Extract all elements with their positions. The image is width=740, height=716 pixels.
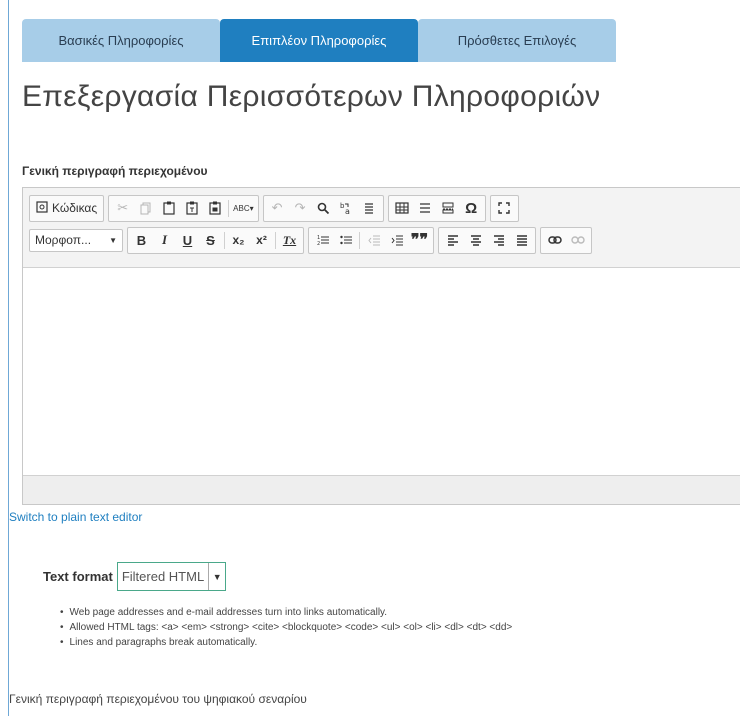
- special-char-icon[interactable]: Ω: [460, 197, 483, 220]
- numbered-list-icon[interactable]: 12: [311, 229, 334, 252]
- paste-text-icon[interactable]: [180, 197, 203, 220]
- content-description-label: Γενική περιγραφή περιεχομένου: [22, 164, 208, 178]
- chevron-down-icon: ▼: [208, 563, 225, 590]
- editor-status-bar: [23, 475, 740, 504]
- toolbar-group-insert: Ω: [387, 194, 486, 222]
- list-item: Allowed HTML tags: <a> <em> <strong> <ci…: [60, 620, 513, 635]
- paste-word-icon[interactable]: [203, 197, 226, 220]
- svg-text:2: 2: [317, 241, 320, 246]
- bold-button[interactable]: B: [130, 229, 153, 252]
- text-format-label: Text format: [43, 569, 113, 584]
- toolbar-group-clipboard: ✂ ABC ▾: [108, 194, 259, 222]
- align-left-icon[interactable]: [441, 229, 464, 252]
- text-format-row: Text format Filtered HTML ▼: [43, 562, 227, 591]
- format-combo-label: Μορφοπ...: [35, 233, 92, 247]
- horizontal-rule-icon[interactable]: [414, 197, 437, 220]
- blockquote-icon[interactable]: ❞❞: [408, 229, 431, 252]
- superscript-button[interactable]: x²: [250, 229, 273, 252]
- page-break-icon[interactable]: [437, 197, 460, 220]
- scenario-description-label: Γενική περιγραφή περιεχομένου του ψηφιακ…: [9, 692, 307, 706]
- cut-icon[interactable]: ✂: [111, 197, 134, 220]
- spellcheck-icon[interactable]: ABC ▾: [231, 197, 255, 220]
- unlink-icon[interactable]: [566, 229, 589, 252]
- indent-icon[interactable]: [385, 229, 408, 252]
- toolbar-row-1: Κώδικας ✂ ABC ▾ ↶ ↷ b a Ω: [29, 193, 740, 223]
- switch-plain-text-link[interactable]: Switch to plain text editor: [9, 510, 142, 524]
- rich-text-editor: Κώδικας ✂ ABC ▾ ↶ ↷ b a Ω Μορφοπ... ▼ B …: [22, 187, 740, 505]
- toolbar-row-2: Μορφοπ... ▼ B I U S x₂ x² Tx 12 ❞❞: [29, 225, 740, 255]
- toolbar-group-edit: ↶ ↷ ba: [262, 194, 384, 222]
- toolbar-separator: [228, 199, 230, 217]
- remove-format-icon: Tx: [282, 232, 297, 247]
- link-icon[interactable]: [543, 229, 566, 252]
- toolbar-group-links: [540, 226, 592, 254]
- editor-content-area[interactable]: [23, 268, 740, 475]
- toolbar-group-view: [489, 194, 519, 222]
- source-button[interactable]: Κώδικας: [32, 197, 101, 220]
- toolbar-group-lists: 12 ❞❞: [308, 226, 434, 254]
- svg-text:a: a: [345, 207, 350, 215]
- paste-icon[interactable]: [157, 197, 180, 220]
- page-title: Επεξεργασία Περισσότερων Πληροφοριών: [22, 80, 601, 113]
- remove-format-button[interactable]: Tx: [278, 229, 301, 252]
- replace-icon[interactable]: ba: [335, 197, 358, 220]
- find-icon[interactable]: [312, 197, 335, 220]
- redo-icon[interactable]: ↷: [289, 197, 312, 220]
- text-format-select[interactable]: Filtered HTML ▼: [116, 562, 227, 591]
- chevron-down-icon: ▼: [109, 235, 117, 245]
- undo-icon[interactable]: ↶: [266, 197, 289, 220]
- list-item: Lines and paragraphs break automatically…: [60, 635, 512, 650]
- align-center-icon[interactable]: [464, 229, 487, 252]
- strike-button[interactable]: S: [199, 229, 222, 252]
- bulleted-list-icon[interactable]: [334, 229, 357, 252]
- toolbar-separator: [275, 231, 276, 249]
- table-icon[interactable]: [391, 197, 414, 220]
- tab-more-info[interactable]: Επιπλέον Πληροφορίες: [220, 19, 418, 62]
- source-icon: [36, 200, 48, 216]
- underline-button[interactable]: U: [176, 229, 199, 252]
- toolbar-group-align: [438, 226, 536, 254]
- page-left-border: [8, 0, 9, 716]
- format-tips-list: Web page addresses and e-mail addresses …: [60, 605, 513, 650]
- list-item: Web page addresses and e-mail addresses …: [60, 605, 512, 620]
- text-format-value: Filtered HTML: [121, 569, 205, 584]
- select-all-icon[interactable]: [358, 197, 381, 220]
- copy-icon[interactable]: [134, 197, 157, 220]
- subscript-button[interactable]: x₂: [227, 229, 250, 252]
- tab-bar: Βασικές Πληροφορίες Επιπλέον Πληροφορίες…: [22, 19, 616, 62]
- source-button-label: Κώδικας: [52, 201, 98, 215]
- align-right-icon[interactable]: [487, 229, 510, 252]
- toolbar-group-basic-styles: B I U S x₂ x² Tx: [127, 226, 304, 254]
- italic-button[interactable]: I: [153, 229, 176, 252]
- editor-toolbar: Κώδικας ✂ ABC ▾ ↶ ↷ b a Ω Μορφοπ... ▼ B …: [23, 188, 740, 268]
- toolbar-group-source: Κώδικας: [29, 194, 105, 222]
- outdent-icon[interactable]: [362, 229, 385, 252]
- tab-basic-info[interactable]: Βασικές Πληροφορίες: [22, 19, 220, 62]
- toolbar-separator: [224, 231, 225, 249]
- tab-extra-options[interactable]: Πρόσθετες Επιλογές: [418, 19, 616, 62]
- format-combo[interactable]: Μορφοπ... ▼: [29, 228, 123, 252]
- align-justify-icon[interactable]: [510, 229, 533, 252]
- toolbar-separator: [359, 231, 360, 249]
- maximize-icon[interactable]: [493, 197, 516, 220]
